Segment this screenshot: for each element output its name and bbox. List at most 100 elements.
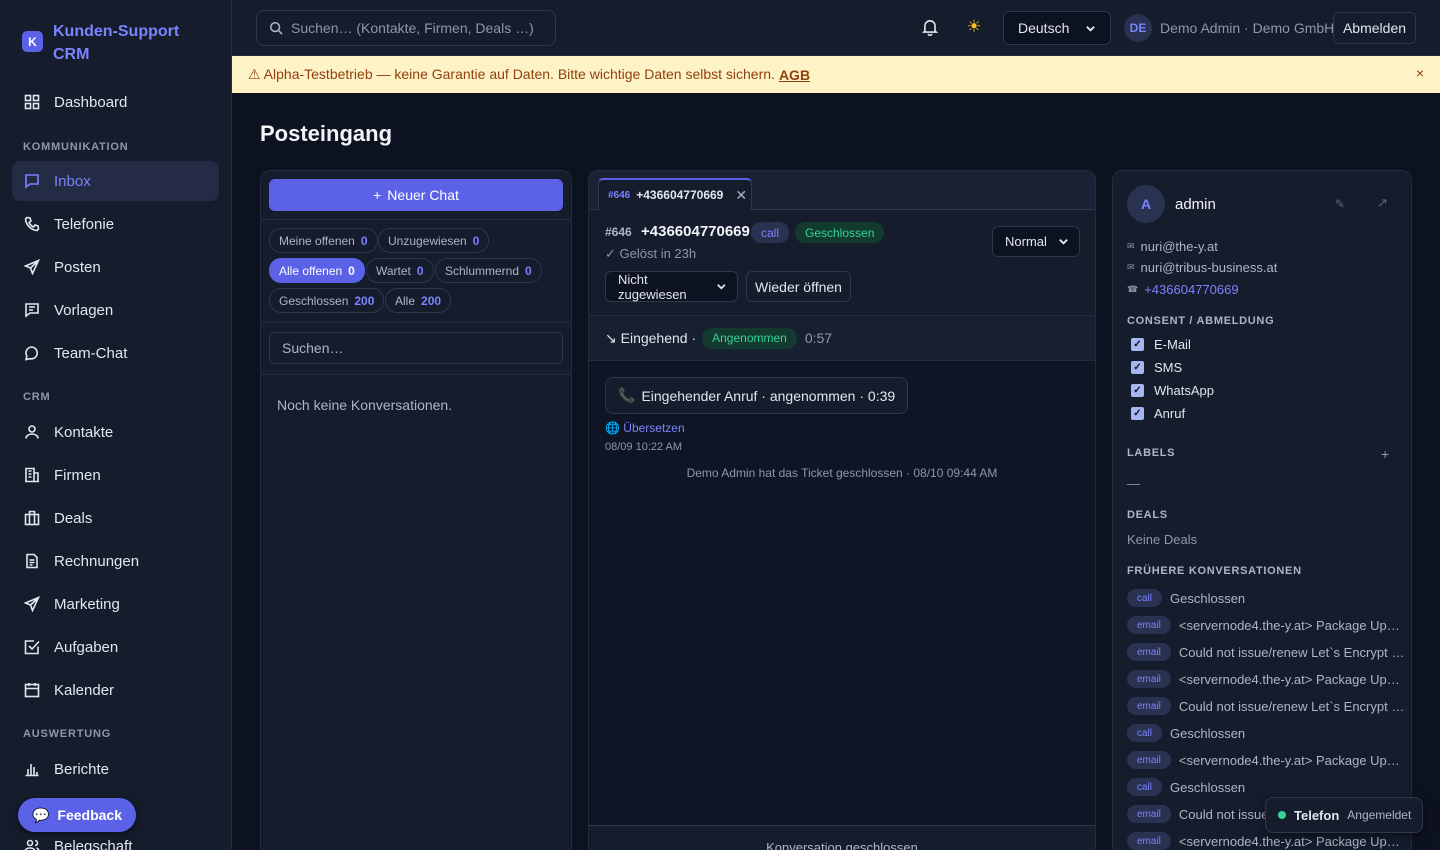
history-text: Geschlossen [1170,590,1246,606]
new-chat-label: Neuer Chat [387,187,459,203]
conversation-footer: Konversation geschlossen [589,825,1095,850]
pencil-edit-icon[interactable]: ✎ [1335,197,1345,211]
filter-schlummernd[interactable]: Schlummernd 0 [435,258,542,283]
bell-icon[interactable] [919,16,941,38]
history-text: Could not issue/renew Let`s Encrypt cert… [1178,698,1407,714]
history-text: Geschlossen [1170,779,1246,795]
contact-email[interactable]: ✉ nuri@the-y.at [1127,239,1218,254]
translate-link[interactable]: 🌐 Übersetzen [605,421,685,435]
phone-status-widget[interactable]: Telefon Angemeldet [1265,797,1423,833]
sidebar-item-aufgaben[interactable]: Aufgaben [12,627,219,667]
filter-count: 0 [472,233,480,248]
sidebar-item-marketing[interactable]: Marketing [12,584,219,624]
logout-button[interactable]: Abmelden [1333,12,1416,44]
sidebar-item-rechnungen[interactable]: Rechnungen [12,541,219,581]
reopen-button[interactable]: Wieder öffnen [746,271,851,302]
sidebar-item-label: Inbox [54,172,91,190]
history-item[interactable]: call Geschlossen [1127,778,1407,796]
sidebar-item-kontakte[interactable]: Kontakte [12,412,219,452]
sidebar-item-berichte[interactable]: Berichte [12,749,219,789]
chevron-down-icon [717,284,726,290]
filter-meine-offenen[interactable]: Meine offenen 0 [269,228,378,253]
history-text: <servernode4.the-y.at> Package Updates [1178,617,1407,633]
channel-tag: email [1127,670,1171,688]
brand-logo: K [22,31,43,52]
building-icon [25,467,39,483]
priority-select[interactable]: Normal [992,226,1080,257]
sidebar-item-kalender[interactable]: Kalender [12,670,219,710]
filter-alle-offenen[interactable]: Alle offenen 0 [269,258,365,283]
history-item[interactable]: email Could not issue/renew Let`s Encrypt… [1127,643,1407,661]
history-text: Could not issue/renew Let`s Encrypt cert… [1178,644,1407,660]
message-text: Eingehender Anruf · angenommen · 0:39 [641,387,896,404]
history-item[interactable]: email Could not issue/renew Let`s Encrypt… [1127,697,1407,715]
call-direction: ↘ Eingehend · [605,329,697,346]
sidebar-item-vorlagen[interactable]: Vorlagen [12,290,219,330]
new-chat-button[interactable]: + Neuer Chat [269,179,563,211]
history-item[interactable]: email <servernode4.the-y.at> Package Upda… [1127,751,1407,769]
consent-email-checkbox[interactable]: ✓ E-Mail [1131,337,1191,352]
filter-count: 0 [360,233,368,248]
plus-icon: + [373,187,382,203]
history-item[interactable]: email <servernode4.the-y.at> Package Upda… [1127,616,1407,634]
sidebar-item-label: Kontakte [54,423,114,441]
filter-alle[interactable]: Alle 200 [385,288,452,313]
consent-heading: CONSENT / ABMELDUNG [1127,315,1275,327]
banner-text: ⚠ Alpha-Testbetrieb — keine Garantie auf… [248,66,775,82]
add-label-button[interactable]: + [1381,446,1389,462]
sidebar-item-inbox[interactable]: Inbox [12,161,219,201]
filter-wartet[interactable]: Wartet 0 [366,258,434,283]
channel-tag: call [1127,778,1163,796]
assignee-select[interactable]: Nicht zugewiesen [605,271,738,302]
sidebar-item-label: Dashboard [54,93,128,111]
sidebar: K Kunden-Support CRM Dashboard KOMMUNIKA… [0,0,232,850]
global-search-input[interactable]: Suchen… (Kontakte, Firmen, Deals …) [256,10,556,46]
consent-label: SMS [1154,360,1183,375]
system-note: Demo Admin hat das Ticket geschlossen · … [686,466,998,480]
consent-call-checkbox[interactable]: ✓ Anruf [1131,406,1185,421]
online-status-dot [1278,811,1286,819]
message-timestamp: 08/09 10:22 AM [605,441,683,453]
history-item[interactable]: call Geschlossen [1127,724,1407,742]
conversation-tabbar: #646 +436604770669 ✕ [589,171,1095,210]
user-name: Demo Admin · Demo GmbH [1160,20,1335,36]
sidebar-item-deals[interactable]: Deals [12,498,219,538]
conversation-search-input[interactable]: Suchen… [269,332,563,364]
brand[interactable]: K Kunden-Support CRM [0,0,231,86]
sidebar-item-team-chat[interactable]: Team-Chat [12,333,219,373]
brand-name: Kunden-Support CRM [53,23,180,63]
history-item[interactable]: email <servernode4.the-y.at> Package Upda… [1127,832,1407,850]
sidebar-item-firmen[interactable]: Firmen [12,455,219,495]
contact-name: admin [1175,196,1216,213]
user-avatar[interactable]: DE [1124,14,1152,42]
sun-theme-icon[interactable]: ☀ [963,16,985,38]
sidebar-item-label: Berichte [54,760,110,778]
filter-count: 200 [421,293,442,308]
conversation-number: #646 [605,225,632,239]
sidebar-item-telefonie[interactable]: Telefonie [12,204,219,244]
feedback-button[interactable]: 💬 Feedback [18,798,136,832]
history-item[interactable]: call Geschlossen [1127,589,1407,607]
conversation-tab[interactable]: #646 +436604770669 ✕ [598,178,752,210]
contact-phone[interactable]: ☎ +436604770669 [1127,282,1239,297]
sidebar-item-label: Aufgaben [54,638,119,656]
close-tab-icon[interactable]: ✕ [735,187,747,204]
filter-unzugewiesen[interactable]: Unzugewiesen 0 [378,228,490,253]
close-icon[interactable]: × [1416,65,1424,81]
history-item[interactable]: email <servernode4.the-y.at> Package Upda… [1127,670,1407,688]
resolved-time: ✓ Gelöst in 23h [605,246,697,261]
external-link-icon[interactable]: ↗ [1377,195,1388,211]
consent-sms-checkbox[interactable]: ✓ SMS [1131,360,1182,375]
divider [261,219,571,220]
consent-whatsapp-checkbox[interactable]: ✓ WhatsApp [1131,383,1214,398]
filter-geschlossen[interactable]: Geschlossen 200 [269,288,385,313]
contact-email[interactable]: ✉ nuri@tribus-business.at [1127,260,1277,275]
sidebar-item-posten[interactable]: Posten [12,247,219,287]
bar-chart-icon [25,764,39,777]
language-select[interactable]: Deutsch [1003,11,1111,45]
consent-label: Anruf [1154,406,1186,421]
checkmark-icon: ✓ [1131,361,1144,374]
sidebar-item-dashboard[interactable]: Dashboard [12,82,219,122]
mail-icon: ✉ [1127,262,1135,272]
agb-link[interactable]: AGB [779,67,810,83]
